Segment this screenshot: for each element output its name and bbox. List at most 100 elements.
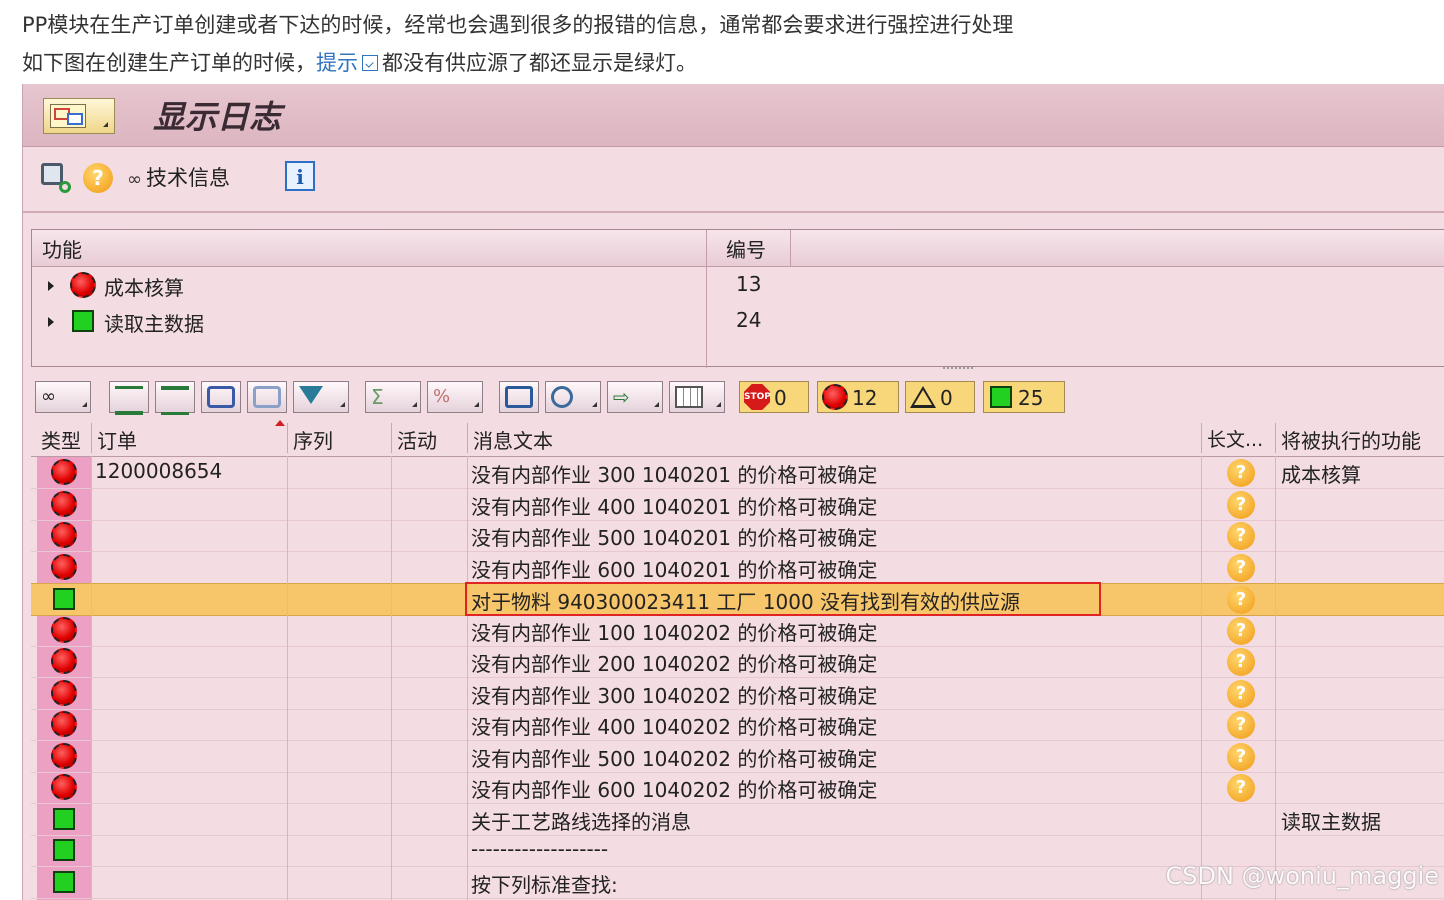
col-header-sequence[interactable]: 序列 [293,425,333,454]
external-link-icon[interactable] [362,55,378,71]
error-lamp-icon [51,742,77,769]
layout-button[interactable] [669,381,725,413]
table-row[interactable]: 没有内部作业 600 1040201 的价格可被确定? [31,552,1444,584]
long-text-help-icon[interactable]: ? [1227,679,1255,708]
table-row[interactable]: 1200008654 没有内部作业 300 1040201 的价格可被确定? 成本核… [31,457,1444,489]
table-row[interactable]: 没有内部作业 600 1040202 的价格可被确定? [31,772,1444,804]
title-bar: 显示日志 [23,84,1444,147]
col-header-number[interactable]: 编号 [726,234,766,263]
subtotal-button[interactable]: % [427,381,483,413]
message-text-cell: 没有内部作业 400 1040202 的价格可被确定 [471,715,878,739]
long-text-help-icon[interactable]: ? [1227,711,1255,739]
info-icon[interactable]: i [285,161,315,191]
panel-splitter-handle[interactable] [943,367,973,371]
window-menu-icon [50,104,86,128]
system-menu-button[interactable] [43,98,115,134]
success-lamp-icon [51,869,77,895]
long-text-help-icon[interactable]: ? [1227,586,1255,614]
message-text-cell: 关于工艺路线选择的消息 [471,809,691,834]
long-text-help-icon[interactable]: ? [1227,648,1255,676]
error-lamp-icon [51,679,77,706]
tree-node-costing[interactable]: 成本核算 13 [32,268,1444,302]
error-count-button[interactable]: 12 [817,381,899,413]
intro-line-2-suffix: 都没有供应源了都还显示是绿灯。 [382,51,697,75]
message-text-cell: 没有内部作业 600 1040201 的价格可被确定 [471,557,878,582]
export-button[interactable]: ⇨ [607,381,663,413]
glasses-icon: ∞ [41,386,56,407]
table-row[interactable]: 没有内部作业 300 1040202 的价格可被确定? [31,678,1444,710]
find-next-button[interactable] [247,381,287,413]
technical-info-toolbar-button[interactable]: ∞ [35,381,91,413]
long-text-help-icon[interactable]: ? [1227,553,1255,582]
views-button[interactable] [545,381,601,413]
table-row[interactable]: 没有内部作业 200 1040202 的价格可被确定? [31,646,1444,678]
error-lamp-icon [51,522,77,548]
long-text-help-icon[interactable]: ? [1227,774,1255,802]
message-text-cell: 没有内部作业 300 1040202 的价格可被确定 [471,683,878,708]
table-row[interactable]: 没有内部作业 400 1040201 的价格可被确定? [31,489,1444,521]
technical-info-button[interactable]: ∞ 技术信息 [127,161,230,195]
message-text-cell: 没有内部作业 500 1040201 的价格可被确定 [471,526,878,550]
stop-count: 0 [774,386,787,410]
expand-arrow-icon[interactable] [48,317,54,327]
tree-node-label: 读取主数据 [104,312,204,336]
table-row[interactable]: 没有内部作业 400 1040202 的价格可被确定? [31,709,1444,741]
long-text-help-icon[interactable]: ? [1227,742,1255,771]
sort-ascending-button[interactable] [109,381,149,415]
tree-node-master-data[interactable]: 读取主数据 24 [32,304,1444,338]
col-header-long-text[interactable]: 长文... [1207,425,1263,452]
tree-node-number: 13 [736,272,762,296]
error-lamp-icon [822,384,848,410]
sort-indicator-icon [275,420,285,426]
long-text-help-icon[interactable]: ? [1227,490,1255,519]
detail-view-icon[interactable] [41,163,71,193]
filter-button[interactable] [293,381,349,413]
subtotal-icon: % [433,386,451,407]
success-lamp-icon [70,308,96,334]
print-button[interactable] [499,381,539,413]
table-row[interactable]: 关于工艺路线选择的消息 读取主数据 [31,804,1444,836]
binoculars-plus-icon [253,386,281,408]
intro-line-1: PP模块在生产订单创建或者下达的时候，经常也会遇到很多的报错的信息，通常都会要求… [22,13,1014,37]
hint-link[interactable]: 提示 [316,51,358,75]
long-text-help-icon[interactable]: ? [1227,616,1255,645]
stop-count-button[interactable]: STOP 0 [739,381,809,413]
glasses-icon: ∞ [127,169,142,190]
intro-line-2-prefix: 如下图在创建生产订单的时候， [22,51,316,75]
col-header-function[interactable]: 将被执行的功能 [1281,425,1421,454]
message-text-cell: 没有内部作业 100 1040202 的价格可被确定 [471,620,878,645]
grid-header: 类型 订单 序列 活动 消息文本 长文... 将被执行的功能 [31,420,1444,457]
message-text-cell: 没有内部作业 200 1040202 的价格可被确定 [471,652,878,676]
col-header-function[interactable]: 功能 [42,234,82,263]
message-text-cell: ------------------- [471,837,609,861]
sap-log-window: 显示日志 ? ∞ 技术信息 i 功能 编号 成本核算 13 读取主数据 24 ∞… [22,84,1444,900]
table-row[interactable]: 没有内部作业 500 1040201 的价格可被确定? [31,520,1444,552]
col-header-type[interactable]: 类型 [41,425,81,454]
error-count: 12 [852,386,878,410]
filter-icon [299,386,323,404]
error-lamp-icon [51,459,77,485]
long-text-help-icon[interactable]: ? [1227,522,1255,550]
help-icon[interactable]: ? [83,163,113,193]
warning-count-button[interactable]: 0 [905,381,975,413]
sort-descending-button[interactable] [155,381,195,415]
success-count-button[interactable]: 25 [983,381,1065,413]
error-lamp-icon [70,272,96,298]
find-button[interactable] [201,381,241,413]
alv-toolbar: ∞ Σ % ⇨ STOP 0 12 0 25 [31,374,1444,420]
tree-column-divider[interactable] [790,230,791,266]
success-lamp-icon [990,386,1012,408]
error-lamp-icon [51,711,77,737]
sigma-icon: Σ [371,385,384,409]
warning-triangle-icon [910,386,936,408]
col-header-order[interactable]: 订单 [97,425,137,454]
table-row[interactable]: 没有内部作业 500 1040202 的价格可被确定? [31,741,1444,773]
col-header-message-text[interactable]: 消息文本 [473,425,553,454]
intro-line-2: 如下图在创建生产订单的时候，提示 都没有供应源了都还显示是绿灯。 [22,48,697,78]
long-text-help-icon[interactable]: ? [1227,459,1255,487]
col-header-activity[interactable]: 活动 [397,425,437,454]
table-row[interactable]: 没有内部作业 100 1040202 的价格可被确定? [31,615,1444,647]
order-cell: 1200008654 [95,459,223,483]
expand-arrow-icon[interactable] [48,281,54,291]
total-button[interactable]: Σ [365,381,421,413]
